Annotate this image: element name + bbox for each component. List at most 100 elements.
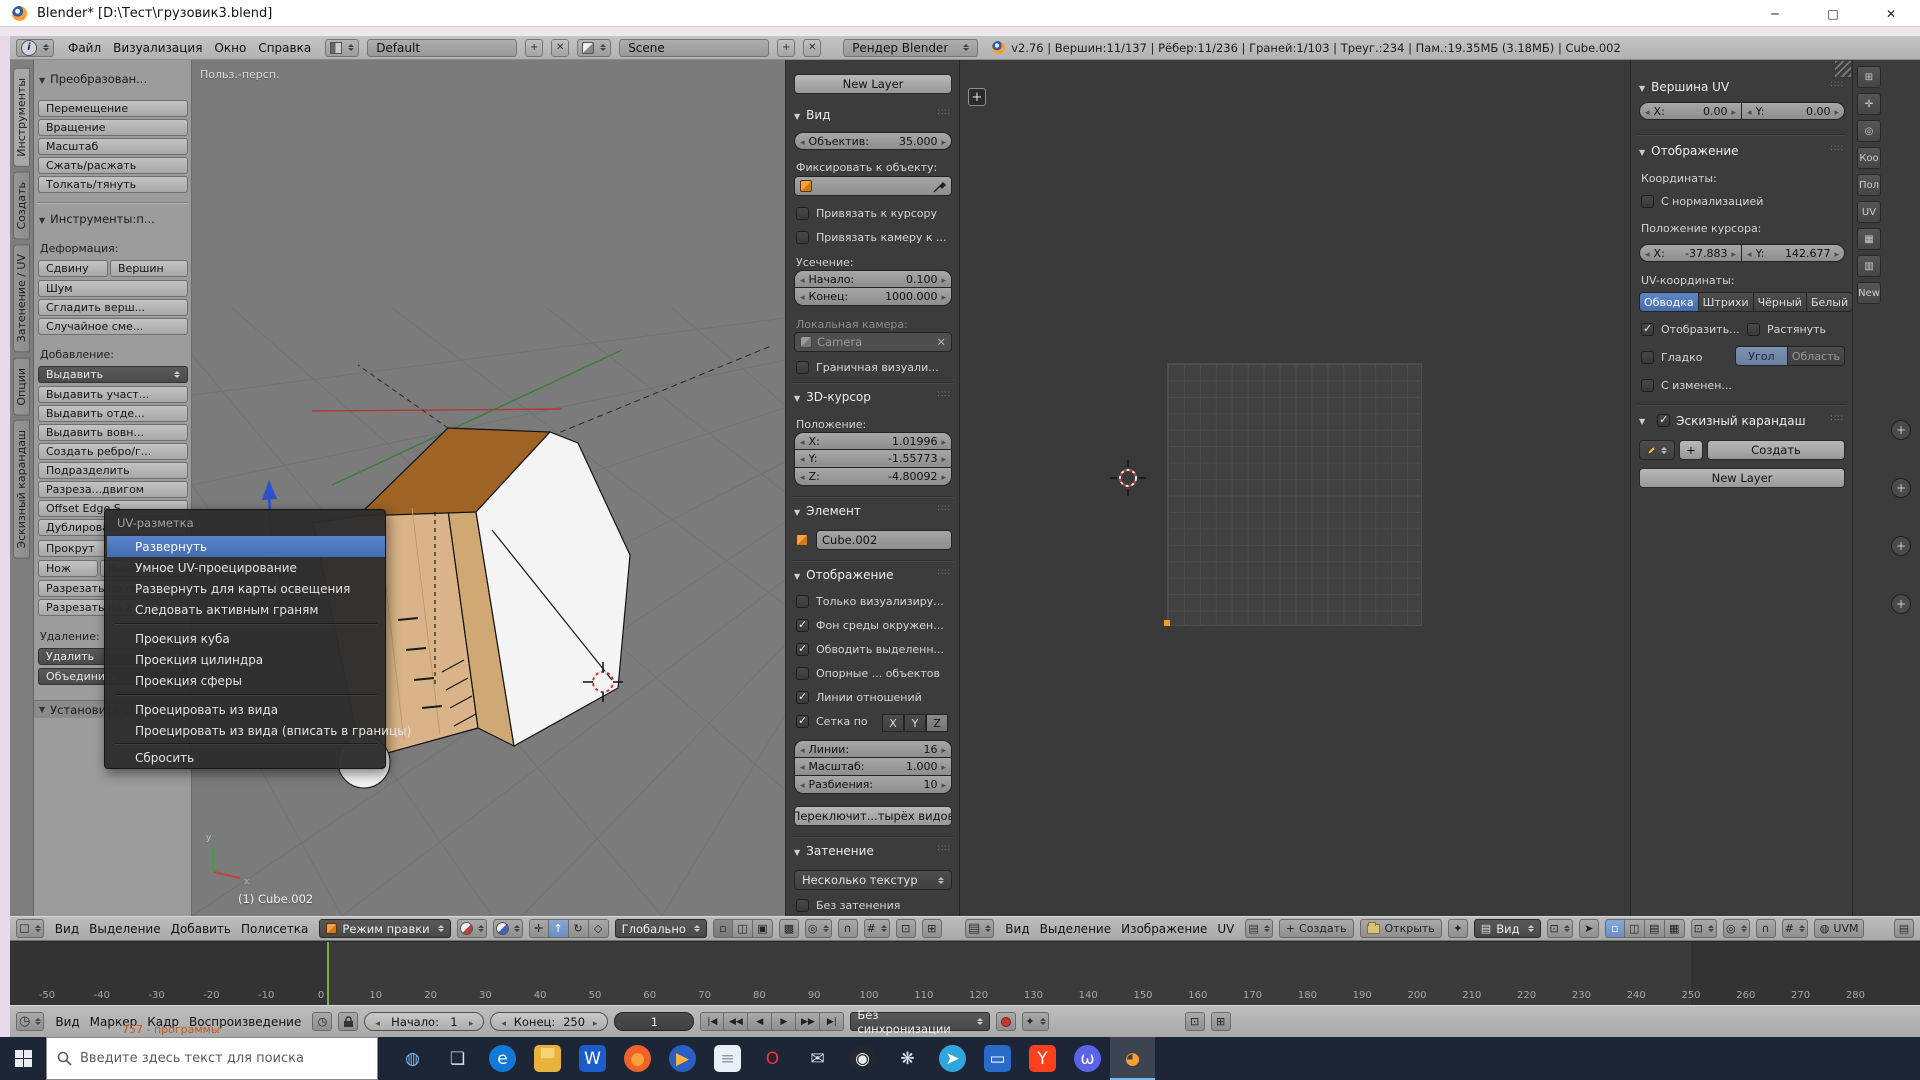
rotate-manipulator-icon[interactable]: ↻ [569, 919, 589, 938]
menubar-menu[interactable]: Окно [208, 41, 252, 55]
panel-drag-dots[interactable] [1831, 80, 1844, 90]
mode-dropdown[interactable]: Режим правки [319, 919, 450, 938]
lock-object-field[interactable] [794, 176, 952, 196]
playback-button[interactable]: ▶| [820, 1012, 844, 1031]
spin-button[interactable]: Прокрут [38, 540, 108, 557]
push-pull-button[interactable]: Толкать/тянуть [38, 176, 188, 193]
viewport-shading-dropdown[interactable] [457, 919, 487, 938]
header-menu[interactable]: Выделение [84, 922, 165, 936]
panel-header-item[interactable]: Элемент [794, 504, 861, 518]
opera-icon[interactable]: O [750, 1037, 795, 1080]
inset-faces-button[interactable]: Выдавить вовн... [38, 424, 188, 441]
knife-button[interactable]: Нож [38, 560, 98, 577]
smooth-vertex-button[interactable]: Сгладить верш... [38, 299, 188, 316]
edge-select-icon[interactable]: ◫ [733, 919, 753, 938]
shrink-fatten-button[interactable]: Сжать/расжать [38, 157, 188, 174]
playback-button[interactable]: ◀◀ [724, 1012, 748, 1031]
toggle-quad-view-button[interactable]: Переключит...тырёх видов [794, 806, 952, 826]
expand-panel-button[interactable]: + [1891, 594, 1911, 614]
tab-uv[interactable]: UV [1857, 201, 1881, 223]
header-menu[interactable]: Полисетка [236, 922, 313, 936]
scene-icon-button[interactable] [577, 39, 611, 57]
scale-manipulator-icon[interactable]: ◇ [589, 919, 609, 938]
noise-button[interactable]: Шум [38, 280, 188, 297]
angle-button[interactable]: Угол [1735, 346, 1788, 366]
editor-type-dropdown[interactable]: ▤ [965, 919, 994, 938]
menubar-menu[interactable]: Визуализация [107, 41, 208, 55]
layout-icon-button[interactable] [325, 39, 359, 57]
uv-island-select-icon[interactable]: ▦ [1665, 919, 1685, 938]
lock-cursor-checkbox[interactable] [796, 207, 809, 220]
all-origins-checkbox[interactable] [796, 667, 809, 680]
grease-brush-dropdown[interactable] [1639, 440, 1675, 460]
settings-gear-icon[interactable]: ❋ [885, 1037, 930, 1080]
smooth-checkbox[interactable] [1641, 351, 1654, 364]
panel-header-transform[interactable]: Преобразован... [39, 72, 147, 86]
expand-panel-button[interactable]: + [1891, 420, 1911, 440]
grid-lines-slider[interactable]: Линии:16 [794, 740, 952, 758]
panel-drag-dots[interactable] [938, 108, 951, 118]
playback-button[interactable]: ▶ [772, 1012, 796, 1031]
proportional-edit-dropdown[interactable]: ◎ [805, 919, 832, 938]
edge-slide-button[interactable]: Сдвину [38, 260, 108, 277]
header-menu[interactable]: Вид [50, 922, 84, 936]
outline-selected-checkbox[interactable] [796, 643, 809, 656]
grid-subdiv-slider[interactable]: Разбиения:10 [794, 776, 952, 794]
vertex-slide-button[interactable]: Вершин [110, 260, 188, 277]
tool-shelf-tab[interactable]: Опции [13, 358, 30, 416]
keyframe-delete-icon[interactable]: ⊞ [1211, 1012, 1231, 1031]
scene-selector[interactable]: Scene [619, 39, 769, 57]
cortana-icon[interactable]: ◍ [390, 1037, 435, 1080]
pivot-point-dropdown[interactable] [493, 919, 523, 938]
translate-button[interactable]: Перемещение [38, 100, 188, 117]
menubar-menu[interactable]: Справка [252, 41, 317, 55]
telegram-icon[interactable]: ➤ [930, 1037, 975, 1080]
render-border-checkbox[interactable] [796, 361, 809, 374]
shading-mode-dropdown[interactable]: Несколько текстур [794, 870, 952, 890]
world-background-checkbox[interactable] [796, 619, 809, 632]
image-browse-dropdown[interactable]: ▤ [1245, 919, 1272, 938]
expand-panel-button[interactable]: + [1891, 536, 1911, 556]
normalized-checkbox[interactable] [1641, 195, 1654, 208]
delete-layout-button[interactable]: ✕ [551, 39, 569, 57]
new-layer-button[interactable]: New Layer [794, 74, 952, 94]
panel-header-uv-display[interactable]: Отображение [1639, 144, 1739, 158]
transform-widget-icon[interactable]: ✛ [1857, 93, 1881, 115]
rotate-button[interactable]: Вращение [38, 119, 188, 136]
editor-type-dropdown[interactable]: ◻ [16, 919, 44, 938]
keying-set-dropdown[interactable]: ✦ [1022, 1012, 1048, 1031]
menu-item-unwrap[interactable]: Развернуть [107, 536, 385, 557]
grid-floor-checkbox[interactable] [796, 715, 809, 728]
edge-icon[interactable]: e [480, 1037, 525, 1080]
uv-map-button[interactable]: ◍UVM [1814, 919, 1865, 938]
resize-corner[interactable] [1835, 61, 1851, 77]
clip-end-slider[interactable]: Конец:1000.000 [794, 288, 952, 306]
pivot-icon[interactable]: ◎ [1857, 120, 1881, 142]
uv-proportional-dropdown[interactable]: ◎ [1723, 919, 1750, 938]
render-anim-icon[interactable]: ⊞ [922, 919, 942, 938]
only-render-checkbox[interactable] [796, 595, 809, 608]
use-preview-range-icon[interactable]: ◷ [312, 1012, 332, 1031]
snap-magnet-icon[interactable]: ∩ [838, 919, 858, 938]
discord-icon[interactable]: ω [1065, 1037, 1110, 1080]
area-button[interactable]: Область [1788, 346, 1845, 366]
lock-range-icon[interactable] [338, 1012, 358, 1031]
delete-scene-button[interactable]: ✕ [803, 39, 821, 57]
uv-snap-dropdown[interactable]: ⊡ [1547, 919, 1573, 938]
add-brush-button[interactable]: + [1679, 440, 1703, 460]
corner-layout-icon[interactable]: ⊞ [1857, 66, 1881, 88]
file-explorer-icon[interactable]: ▀ [525, 1037, 570, 1080]
grid-axis-x-button[interactable]: X [882, 714, 904, 732]
playback-button[interactable]: ▶▶ [796, 1012, 820, 1031]
render-engine-selector[interactable]: Рендер Blender [843, 39, 978, 57]
taskbar-search[interactable]: Введите здесь текст для поиска [46, 1037, 378, 1080]
menu-item-cube-projection[interactable]: Проекция куба [107, 628, 385, 649]
menu-item-reset[interactable]: Сбросить [107, 747, 385, 768]
obs-icon[interactable]: ◉ [840, 1037, 885, 1080]
grease-new-layer-button[interactable]: New Layer [1639, 468, 1845, 488]
tab-coordinates[interactable]: Коо [1857, 147, 1881, 169]
playback-button[interactable]: ◀ [748, 1012, 772, 1031]
firefox-icon[interactable]: ● [615, 1037, 660, 1080]
translate-manipulator-icon[interactable]: ↑ [549, 919, 569, 938]
uv-mode-outline-button[interactable]: Обводка [1639, 292, 1699, 312]
